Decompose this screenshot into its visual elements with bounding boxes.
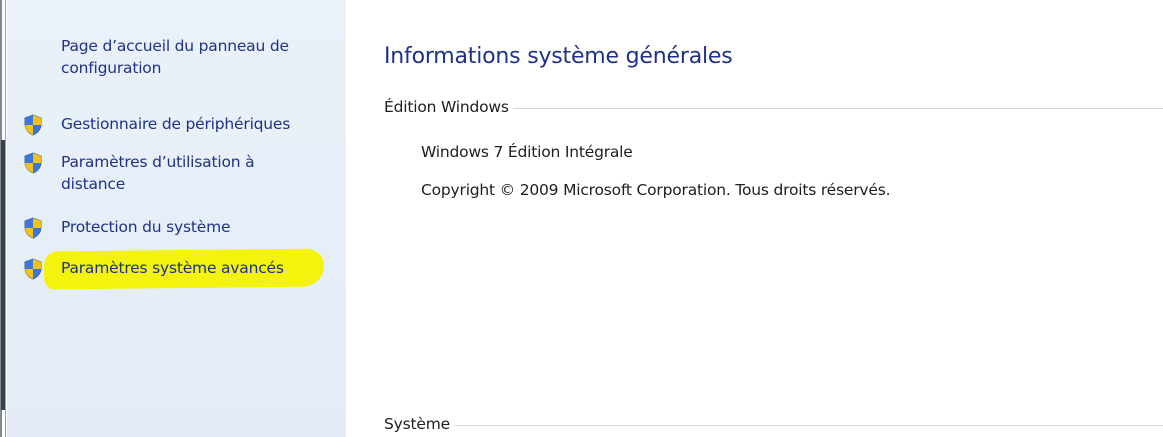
sidebar-item-label: Gestionnaire de périphériques	[61, 115, 291, 133]
page-title: Informations système générales	[384, 44, 733, 69]
window-left-border-shadow	[1, 140, 5, 410]
section-divider	[453, 424, 1163, 426]
sidebar-item-label: Paramètres d’utilisation à distance	[61, 153, 255, 193]
sidebar-tasks-pane: Page d’accueil du panneau de configurati…	[7, 0, 346, 437]
main-content: Informations système générales Édition W…	[346, 0, 1163, 437]
section-windows-edition: Édition Windows	[384, 98, 1163, 116]
uac-shield-icon	[24, 217, 42, 239]
section-header-label: Édition Windows	[384, 98, 509, 116]
sidebar-item-label: Protection du système	[61, 218, 231, 236]
section-system: Système	[384, 415, 1163, 433]
system-properties-window: Page d’accueil du panneau de configurati…	[0, 0, 1163, 437]
sidebar-item-advanced-system-settings[interactable]: Paramètres système avancés	[23, 257, 311, 280]
window-left-border	[0, 0, 6, 437]
uac-shield-icon	[24, 114, 42, 136]
windows-edition-value: Windows 7 Édition Intégrale	[421, 143, 633, 161]
sidebar-item-device-manager[interactable]: Gestionnaire de périphériques	[23, 113, 311, 136]
control-panel-home-link[interactable]: Page d’accueil du panneau de configurati…	[61, 35, 341, 79]
sidebar-item-label: Paramètres système avancés	[61, 259, 284, 277]
uac-shield-icon	[24, 152, 42, 174]
sidebar-item-system-protection[interactable]: Protection du système	[23, 216, 311, 239]
uac-shield-icon	[24, 258, 42, 280]
section-divider	[512, 107, 1163, 109]
section-header-label: Système	[384, 415, 450, 433]
copyright-text: Copyright © 2009 Microsoft Corporation. …	[421, 181, 891, 199]
sidebar-item-remote-settings[interactable]: Paramètres d’utilisation à distance	[23, 151, 291, 195]
